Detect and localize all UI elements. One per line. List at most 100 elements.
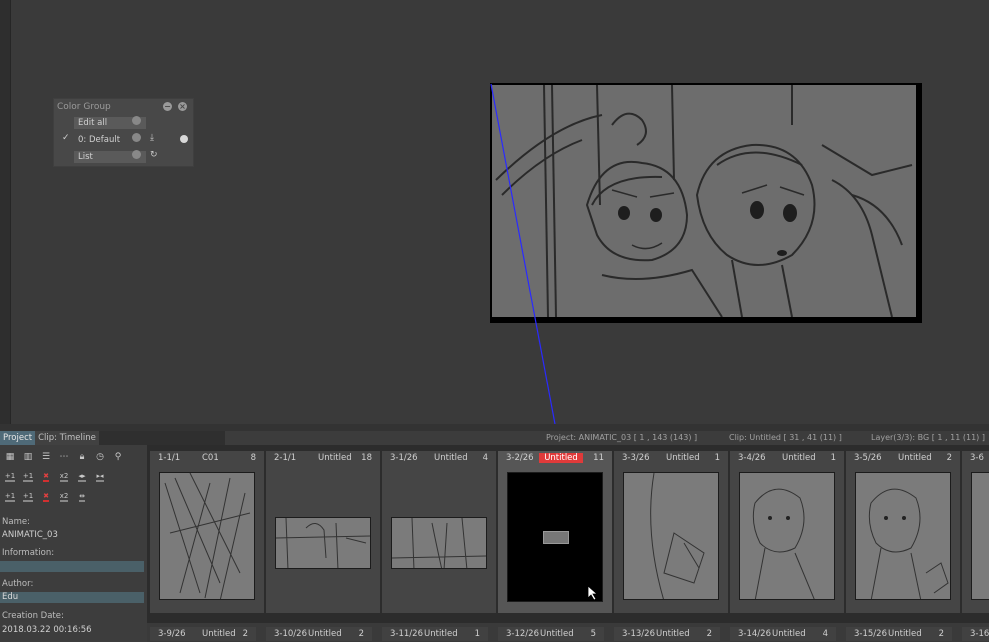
cut-card[interactable]: 3-12/26 Untitled 5 (498, 627, 604, 641)
sketch-thumbnail (164, 473, 251, 599)
cut-card[interactable]: 3-14/26 Untitled 4 (730, 627, 836, 641)
cut-number: 3-3/26 (622, 453, 650, 463)
project-panel: ▦ ▥ ☰ ⋯ 🔒︎ ◷ ⚲ +1 +1 ✖ x2 ◂▸ ▸◂ +1 +1 ✖ … (0, 445, 147, 642)
delete-cut-button[interactable]: ✖ (37, 469, 55, 485)
chevron-down-icon[interactable] (132, 150, 141, 159)
move-right-icon[interactable]: ▸◂ (91, 469, 109, 485)
cut-card[interactable]: 3-5/26 Untitled 2 (846, 451, 960, 613)
tab-project[interactable]: Project (0, 431, 36, 445)
timeline-icon[interactable]: ⋯ (55, 449, 73, 465)
default-group-row: ✓ 0: Default ⤓ (54, 131, 193, 148)
creation-date-value: 2018.03.22 00:16:56 (2, 625, 92, 635)
timer-icon[interactable]: ◷ (91, 449, 109, 465)
collapse-icon[interactable]: − (163, 102, 172, 111)
creation-date-label: Creation Date: (2, 611, 64, 621)
status-field: Project: ANIMATIC_03 [ 1 , 143 (143) ] C… (225, 431, 989, 445)
information-field[interactable] (0, 561, 144, 572)
cut-number: 3-1/26 (390, 453, 418, 463)
cut-number: 3-2/26 (506, 453, 534, 463)
row2-cuts: 3-9/26 Untitled 2 3-10/26 Untitled 2 3-11/26… (150, 627, 989, 641)
search-icon[interactable]: ⚲ (109, 449, 127, 465)
cut-card[interactable]: 3-11/26 Untitled 1 (382, 627, 488, 641)
status-clip: Clip: Untitled [ 31 , 41 (11) ] (729, 433, 842, 442)
cut-thumbnail[interactable] (623, 472, 719, 600)
cut-card[interactable]: 3-15/26 Untitled 2 (846, 627, 952, 641)
sketch-thumbnail (392, 518, 486, 568)
cut-frame-count: 18 (361, 453, 372, 463)
cut-frame-count: 8 (250, 453, 256, 463)
add-panel-before-button[interactable]: +1 (1, 489, 19, 505)
cut-number: 3-4/26 (738, 453, 766, 463)
cut-title: C01 (202, 453, 219, 463)
cut-title: Untitled (318, 453, 352, 463)
cut-card[interactable]: 2-1/1 Untitled 18 (266, 451, 380, 613)
close-icon[interactable]: × (178, 102, 187, 111)
cut-title: Untitled (434, 453, 468, 463)
name-label: Name: (2, 517, 30, 527)
status-layer: Layer(3/3): BG [ 1 , 11 (11) ] (871, 433, 985, 442)
cut-title: Untitled (782, 453, 816, 463)
cut-number: 3-5/26 (854, 453, 882, 463)
cut-thumbnail[interactable] (391, 517, 487, 569)
project-toolbar: ▦ ▥ ☰ ⋯ 🔒︎ ◷ ⚲ +1 +1 ✖ x2 ◂▸ ▸◂ +1 +1 ✖ … (0, 447, 147, 507)
grid-view-icon[interactable]: ▦ (1, 449, 19, 465)
panel-tab-bar: Project Clip: Timeline Project: ANIMATIC… (0, 431, 989, 445)
cut-thumbnail[interactable] (275, 517, 371, 569)
cut-card[interactable]: 3-6 (962, 451, 989, 613)
camera-path-line (490, 83, 556, 424)
column-view-icon[interactable]: ▥ (19, 449, 37, 465)
cut-card[interactable]: 3-13/26 Untitled 2 (614, 627, 720, 641)
cut-card[interactable]: 3-10/26 Untitled 2 (266, 627, 372, 641)
cut-frame-count: 2 (946, 453, 952, 463)
list-view-icon[interactable]: ☰ (37, 449, 55, 465)
cut-number: 1-1/1 (158, 453, 181, 463)
cut-card[interactable]: 3-9/26 Untitled 2 (150, 627, 256, 641)
add-panel-after-button[interactable]: +1 (19, 489, 37, 505)
information-label: Information: (2, 548, 55, 558)
cut-thumbnail[interactable] (739, 472, 835, 600)
duplicate-cut-button[interactable]: x2 (55, 469, 73, 485)
cut-card[interactable]: 3-16 (962, 627, 989, 641)
cut-number: 2-1/1 (274, 453, 297, 463)
add-cut-after-button[interactable]: +1 (19, 469, 37, 485)
chevron-down-icon[interactable] (132, 116, 141, 125)
sketch-thumbnail (752, 488, 815, 599)
cut-thumbnail[interactable] (855, 472, 951, 600)
author-field[interactable]: Edu (0, 592, 144, 603)
cut-card[interactable]: 1-1/1 C01 8 (150, 451, 264, 613)
cut-frame-count: 11 (593, 453, 604, 463)
sketch-thumbnail (276, 518, 370, 568)
add-cut-before-button[interactable]: +1 (1, 469, 19, 485)
lock-icon[interactable]: 🔒︎ (73, 449, 91, 465)
left-edge-strip (0, 0, 11, 424)
cut-title: Untitled (666, 453, 700, 463)
cut-thumbnail[interactable] (971, 472, 989, 600)
author-label: Author: (2, 579, 34, 589)
camera-icon (543, 531, 569, 544)
cut-thumbnail[interactable] (507, 472, 603, 602)
chevron-down-icon[interactable] (132, 133, 141, 142)
canvas-area[interactable] (12, 0, 989, 424)
cut-title: Untitled (539, 453, 583, 463)
refresh-icon[interactable]: ↻ (150, 150, 158, 160)
cut-card[interactable]: 3-3/26 Untitled 1 (614, 451, 728, 613)
split-icon[interactable]: ⇹ (73, 489, 91, 505)
cut-card[interactable]: 3-1/26 Untitled 4 (382, 451, 496, 613)
name-value: ANIMATIC_03 (2, 530, 58, 540)
cut-card[interactable]: 3-4/26 Untitled 1 (730, 451, 844, 613)
storyboard-strip: 1-1/1 C01 8 2-1/1 Untitled 18 3-1/26 Untitled… (147, 445, 989, 642)
mouse-cursor-icon (587, 585, 599, 601)
cut-title: Untitled (898, 453, 932, 463)
cut-frame-count: 4 (482, 453, 488, 463)
edit-all-row: Edit all (54, 114, 193, 131)
cut-thumbnail[interactable] (159, 472, 255, 600)
download-icon[interactable]: ⤓ (150, 133, 154, 143)
duplicate-panel-button[interactable]: x2 (55, 489, 73, 505)
checkmark-icon[interactable]: ✓ (62, 133, 70, 143)
cut-frame-count: 1 (714, 453, 720, 463)
move-left-icon[interactable]: ◂▸ (73, 469, 91, 485)
tab-clip-timeline[interactable]: Clip: Timeline (35, 431, 99, 445)
color-dot-icon[interactable] (180, 135, 188, 143)
delete-panel-button[interactable]: ✖ (37, 489, 55, 505)
list-row: List ↻ (54, 148, 193, 165)
